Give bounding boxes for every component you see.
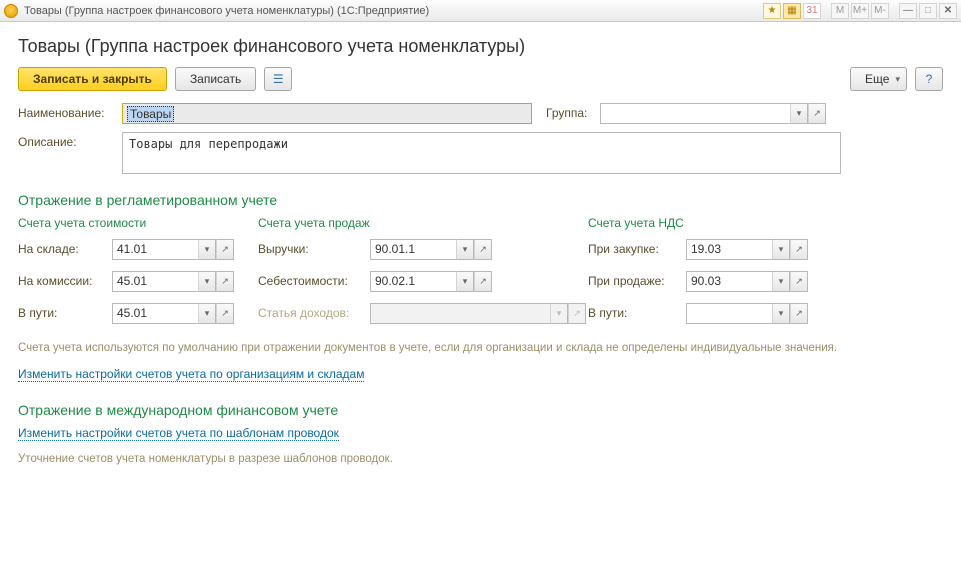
sales-income-input	[370, 303, 550, 324]
cost-commission-combo[interactable]: ▾ ↗	[112, 271, 234, 292]
name-label: Наименование:	[18, 103, 122, 120]
window-titlebar: Товары (Группа настроек финансового учет…	[0, 0, 961, 22]
link-accounts-by-org[interactable]: Изменить настройки счетов учета по орган…	[18, 367, 364, 382]
group-dropdown-button[interactable]: ▾	[790, 103, 808, 124]
vat-purchase-label: При закупке:	[588, 242, 686, 256]
group-label: Группа:	[546, 103, 600, 120]
cost-commission-open[interactable]: ↗	[216, 271, 234, 292]
accounts-grid: Счета учета стоимости На складе: ▾ ↗ На …	[18, 216, 943, 334]
sales-revenue-input[interactable]	[370, 239, 456, 260]
name-input[interactable]: Товары	[122, 103, 532, 124]
accounts-hint: Счета учета используются по умолчанию пр…	[18, 340, 943, 357]
vat-purchase-dropdown[interactable]: ▾	[772, 239, 790, 260]
window-title: Товары (Группа настроек финансового учет…	[24, 5, 763, 17]
vat-sale-combo[interactable]: ▾ ↗	[686, 271, 808, 292]
close-icon[interactable]: ✕	[939, 3, 957, 19]
sales-income-open: ↗	[568, 303, 586, 324]
form-list-button[interactable]: ☰	[264, 67, 292, 91]
ifrs-hint: Уточнение счетов учета номенклатуры в ра…	[18, 451, 943, 468]
cost-transit-open[interactable]: ↗	[216, 303, 234, 324]
help-button[interactable]: ?	[915, 67, 943, 91]
sales-income-combo: ▾ ↗	[370, 303, 586, 324]
cost-instock-label: На складе:	[18, 242, 112, 256]
sales-cogs-combo[interactable]: ▾ ↗	[370, 271, 492, 292]
app-icon	[4, 4, 18, 18]
cost-commission-input[interactable]	[112, 271, 198, 292]
save-button[interactable]: Записать	[175, 67, 256, 91]
cost-instock-input[interactable]	[112, 239, 198, 260]
cost-instock-combo[interactable]: ▾ ↗	[112, 239, 234, 260]
sales-revenue-open[interactable]: ↗	[474, 239, 492, 260]
titlebar-calendar-icon[interactable]: 31	[803, 3, 821, 19]
vat-purchase-input[interactable]	[686, 239, 772, 260]
cost-transit-label: В пути:	[18, 306, 112, 320]
titlebar-grid-icon[interactable]: ▦	[783, 3, 801, 19]
vat-sale-dropdown[interactable]: ▾	[772, 271, 790, 292]
titlebar-memory-mminus-icon[interactable]: M-	[871, 3, 889, 19]
section-reg-accounting: Отражение в регламетированном учете	[18, 192, 943, 208]
titlebar-memory-mplus-icon[interactable]: M+	[851, 3, 869, 19]
group-combo[interactable]: ▾ ↗	[600, 103, 826, 124]
section-ifrs: Отражение в международном финансовом уче…	[18, 402, 943, 418]
sales-cogs-open[interactable]: ↗	[474, 271, 492, 292]
list-icon: ☰	[273, 72, 284, 86]
sales-revenue-label: Выручки:	[258, 242, 370, 256]
sales-cogs-input[interactable]	[370, 271, 456, 292]
subsection-sales: Счета учета продаж	[258, 216, 588, 230]
minimize-icon[interactable]: —	[899, 3, 917, 19]
toolbar: Записать и закрыть Записать ☰ Еще ?	[18, 67, 943, 91]
cost-transit-combo[interactable]: ▾ ↗	[112, 303, 234, 324]
vat-purchase-combo[interactable]: ▾ ↗	[686, 239, 808, 260]
titlebar-memory-m-icon[interactable]: M	[831, 3, 849, 19]
cost-commission-dropdown[interactable]: ▾	[198, 271, 216, 292]
vat-transit-open[interactable]: ↗	[790, 303, 808, 324]
name-value: Товары	[127, 106, 174, 122]
vat-sale-label: При продаже:	[588, 274, 686, 288]
subsection-vat: Счета учета НДС	[588, 216, 943, 230]
description-label: Описание:	[18, 132, 122, 149]
cost-instock-open[interactable]: ↗	[216, 239, 234, 260]
vat-transit-combo[interactable]: ▾ ↗	[686, 303, 808, 324]
description-input[interactable]: Товары для перепродажи	[122, 132, 841, 174]
cost-commission-label: На комиссии:	[18, 274, 112, 288]
vat-transit-dropdown[interactable]: ▾	[772, 303, 790, 324]
more-label: Еще	[865, 72, 889, 86]
sales-revenue-combo[interactable]: ▾ ↗	[370, 239, 492, 260]
vat-sale-input[interactable]	[686, 271, 772, 292]
titlebar-star-icon[interactable]: ★	[763, 3, 781, 19]
sales-cogs-label: Себестоимости:	[258, 274, 370, 288]
page-title: Товары (Группа настроек финансового учет…	[18, 36, 943, 57]
cost-instock-dropdown[interactable]: ▾	[198, 239, 216, 260]
titlebar-controls: ★ ▦ 31 M M+ M- — □ ✕	[763, 3, 957, 19]
cost-transit-dropdown[interactable]: ▾	[198, 303, 216, 324]
sales-income-label: Статья доходов:	[258, 306, 370, 320]
vat-purchase-open[interactable]: ↗	[790, 239, 808, 260]
group-open-button[interactable]: ↗	[808, 103, 826, 124]
more-button[interactable]: Еще	[850, 67, 907, 91]
save-and-close-button[interactable]: Записать и закрыть	[18, 67, 167, 91]
vat-sale-open[interactable]: ↗	[790, 271, 808, 292]
subsection-cost: Счета учета стоимости	[18, 216, 258, 230]
sales-income-dropdown: ▾	[550, 303, 568, 324]
link-accounts-by-template[interactable]: Изменить настройки счетов учета по шабло…	[18, 426, 339, 441]
group-input[interactable]	[600, 103, 790, 124]
maximize-icon[interactable]: □	[919, 3, 937, 19]
sales-cogs-dropdown[interactable]: ▾	[456, 271, 474, 292]
vat-transit-label: В пути:	[588, 306, 686, 320]
cost-transit-input[interactable]	[112, 303, 198, 324]
vat-transit-input[interactable]	[686, 303, 772, 324]
sales-revenue-dropdown[interactable]: ▾	[456, 239, 474, 260]
